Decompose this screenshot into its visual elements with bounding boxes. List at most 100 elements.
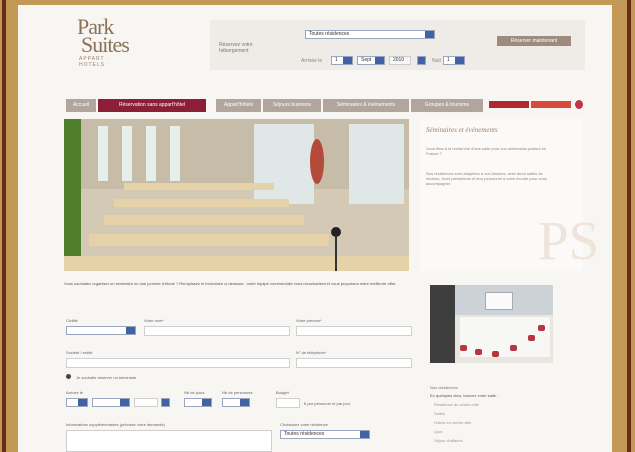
chevron-down-icon xyxy=(360,431,369,438)
photo-window xyxy=(122,126,132,181)
form-residence-value: Toutes résidences xyxy=(284,431,325,437)
seminar-room-photo xyxy=(64,119,409,271)
form-day-select[interactable] xyxy=(66,398,88,407)
side-list-item[interactable]: Résidence du centre-ville xyxy=(434,402,479,407)
people-select[interactable] xyxy=(222,398,250,407)
watermark-monogram: PS xyxy=(538,210,600,271)
form-calendar-button[interactable] xyxy=(161,398,170,407)
side-list-heading: Nos résidences xyxy=(430,385,458,390)
nights-value: 1 xyxy=(447,57,450,63)
calendar-button[interactable] xyxy=(417,56,426,65)
firstname-field[interactable] xyxy=(296,326,412,336)
nights-label: Nuit xyxy=(432,58,441,64)
photo-table xyxy=(114,199,289,207)
side-paragraph-1: Vous êtes à la recherche d'une salle pou… xyxy=(426,146,547,156)
tab-groups[interactable]: Groupes & tourisme xyxy=(411,99,483,112)
chevron-down-icon xyxy=(425,31,434,38)
park-suites-logo[interactable]: Park Suites APPART · HOTELS xyxy=(77,14,137,68)
photo-table xyxy=(460,317,550,357)
company-field[interactable] xyxy=(66,358,290,368)
photo-window xyxy=(170,126,180,181)
book-now-button[interactable]: Réserver maintenant xyxy=(497,36,571,46)
firstname-label: Votre prénom* xyxy=(296,318,322,323)
arrival-month-value: Sept xyxy=(361,57,372,63)
booking-label: Réservez votre hébergement xyxy=(219,42,253,54)
chevron-down-icon xyxy=(375,57,384,64)
arrival-year-field[interactable]: 2010 xyxy=(389,56,411,65)
side-list-item[interactable]: Séjour d'affaires xyxy=(434,438,463,443)
photo-table xyxy=(124,183,274,190)
budget-note: € par personne et par jour xyxy=(304,401,351,406)
tab-current[interactable]: Réservation sans appart'hôtel xyxy=(98,99,206,112)
chevron-down-icon xyxy=(240,399,249,406)
meeting-room-photo xyxy=(430,285,553,363)
civility-label: Civilité xyxy=(66,318,78,323)
partner-logo[interactable] xyxy=(489,100,584,110)
civility-select[interactable] xyxy=(66,326,136,335)
chevron-down-icon xyxy=(120,399,129,406)
tab-business[interactable]: Séjours business xyxy=(263,99,321,112)
partner-logo-icon xyxy=(575,100,583,109)
photo-table xyxy=(104,215,304,225)
photo-window xyxy=(146,126,156,181)
side-list-subheading: En quelques clics, trouvez votre salle : xyxy=(430,393,499,398)
seminar-radio[interactable] xyxy=(66,374,71,379)
phone-field[interactable] xyxy=(296,358,412,368)
partner-logo-part xyxy=(489,101,529,108)
arrival-day-select[interactable]: 1 xyxy=(331,56,353,65)
calendar-icon xyxy=(162,399,169,406)
form-arrival-label: Arrivée le xyxy=(66,390,83,395)
form-month-select[interactable] xyxy=(92,398,130,407)
photo-chair xyxy=(492,351,499,357)
form-intro: Vous souhaitez organiser un séminaire ou… xyxy=(64,281,397,286)
people-label: Nb de personnes xyxy=(222,390,253,395)
photo-window xyxy=(254,124,314,204)
residence-select[interactable]: Toutes résidences xyxy=(305,30,435,39)
side-list-item[interactable]: Salles xyxy=(434,411,445,416)
chevron-down-icon xyxy=(126,327,135,334)
frame-stripe-left xyxy=(2,0,6,452)
form-residence-label: Choisissez votre résidence xyxy=(280,422,328,427)
company-label: Société / entité xyxy=(66,350,93,355)
side-list-item[interactable]: Lyon xyxy=(434,429,443,434)
partner-logo-part xyxy=(531,101,571,108)
arrival-label: Arrivée le xyxy=(301,58,323,64)
residence-select-value: Toutes résidences xyxy=(309,31,350,37)
photo-flowers xyxy=(310,139,324,184)
arrival-day-value: 1 xyxy=(335,57,338,63)
name-field[interactable] xyxy=(144,326,290,336)
budget-field[interactable] xyxy=(276,398,300,408)
form-residence-select[interactable]: Toutes résidences xyxy=(280,430,370,439)
budget-label: Budget xyxy=(276,390,289,395)
side-paragraph-2: Nos résidences sont adaptées à vos besoi… xyxy=(426,171,547,186)
tab-home[interactable]: Accueil xyxy=(66,99,96,112)
photo-window xyxy=(349,124,404,204)
chevron-down-icon xyxy=(455,57,464,64)
frame-stripe-right xyxy=(627,0,631,452)
photo-table xyxy=(64,256,409,271)
chevron-down-icon xyxy=(343,57,352,64)
photo-screen xyxy=(485,292,513,310)
duration-select[interactable] xyxy=(184,398,212,407)
photo-table xyxy=(89,234,329,246)
photo-chair xyxy=(510,345,517,351)
side-title: Séminaires et événements xyxy=(426,126,498,134)
tab-seminars[interactable]: Séminaires & événements xyxy=(323,99,409,112)
nights-select[interactable]: 1 xyxy=(443,56,465,65)
photo-window xyxy=(98,126,108,181)
photo-chair xyxy=(460,345,467,351)
seminar-info-panel: Séminaires et événements Vous êtes à la … xyxy=(420,119,599,271)
side-list-item[interactable]: Hôtels en centre-ville xyxy=(434,420,471,425)
duration-label: Nb de jours xyxy=(184,390,205,395)
calendar-icon xyxy=(418,57,425,64)
arrival-year-value: 2010 xyxy=(393,57,405,63)
arrival-month-select[interactable]: Sept xyxy=(357,56,385,65)
name-label: Votre nom* xyxy=(144,318,164,323)
logo-word-suites: Suites xyxy=(81,32,130,57)
notes-textarea[interactable] xyxy=(66,430,272,452)
form-year-field[interactable] xyxy=(134,398,158,407)
phone-label: N° de téléphone* xyxy=(296,350,327,355)
tab-apparthotels[interactable]: Appart'hôtels xyxy=(216,99,261,112)
photo-chair xyxy=(475,349,482,355)
photo-curtain xyxy=(430,285,455,363)
